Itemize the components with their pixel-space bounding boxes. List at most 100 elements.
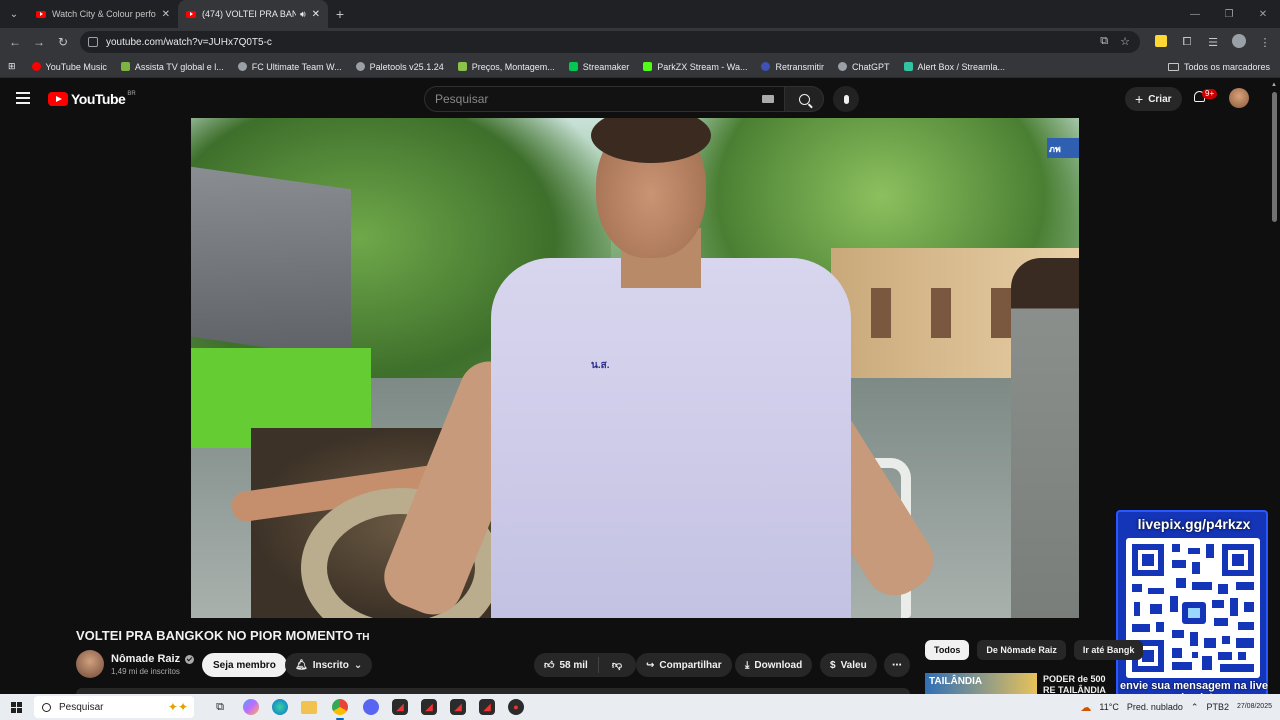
back-icon[interactable]: ←	[3, 35, 27, 49]
url-text: youtube.com/watch?v=JUHx7Q0T5-c	[106, 36, 272, 48]
notification-badge: 9+	[1202, 89, 1218, 99]
bookmark-item[interactable]: Assista TV global e l...	[120, 62, 224, 72]
chip-channel[interactable]: De Nômade Raiz	[977, 640, 1066, 660]
page-scrollbar[interactable]	[1272, 92, 1277, 222]
weather-desc[interactable]: Pred. nublado	[1127, 702, 1183, 712]
voice-search-button[interactable]	[833, 86, 859, 112]
browser-tab-active[interactable]: (474) VOLTEI PRA BANGKOK 🔊︎ ✕	[178, 0, 328, 28]
region-code: BR	[127, 91, 136, 97]
close-tab-icon[interactable]: ✕	[312, 9, 320, 20]
dollar-heart-icon: $	[830, 659, 836, 671]
join-button[interactable]: Seja membro	[202, 653, 287, 677]
language-indicator[interactable]: PTB2	[1206, 702, 1229, 712]
task-view-icon[interactable]: ⧉	[210, 697, 230, 717]
bookmark-favicon-icon	[31, 62, 41, 71]
capcut-icon[interactable]: ◢	[479, 699, 495, 715]
search-button[interactable]	[784, 86, 824, 112]
subscribed-button[interactable]: 🔔︎ Inscrito ⌄	[285, 653, 373, 677]
livepix-overlay: livepix.gg/p4rkzx envie sua mensagem na …	[1116, 510, 1268, 708]
window-controls: — ❐ ✕	[1178, 0, 1280, 28]
search-input[interactable]: Pesquisar	[424, 86, 784, 112]
verified-check-icon	[185, 654, 195, 664]
channel-avatar[interactable]	[76, 650, 104, 678]
apps-grid-icon[interactable]: ⊞	[8, 61, 16, 72]
chip-all[interactable]: Todos	[925, 640, 970, 660]
download-button[interactable]: ⤓ Download	[735, 653, 813, 677]
video-sign: ภพ	[1047, 138, 1079, 158]
bookmark-item[interactable]: FC Ultimate Team W...	[237, 62, 342, 72]
discord-icon[interactable]	[363, 699, 379, 715]
close-window-icon[interactable]: ✕	[1246, 0, 1280, 28]
browser-menu-icon[interactable]: ⋮	[1258, 36, 1272, 49]
bookmark-item[interactable]: ParkZX Stream - Wa...	[643, 62, 747, 72]
bookmark-item[interactable]: Streamaker	[568, 62, 629, 72]
like-dislike-group: 👍︎ 58 mil 👎︎	[534, 653, 636, 677]
start-button[interactable]	[0, 701, 32, 713]
weather-icon[interactable]: ☁	[1080, 701, 1091, 714]
thumbs-up-icon: 👍︎	[544, 660, 555, 671]
channel-name[interactable]: Nômade Raiz	[111, 653, 195, 665]
chip-topic[interactable]: Ir até Bangk	[1073, 640, 1144, 660]
menu-hamburger-icon[interactable]	[16, 92, 30, 104]
all-bookmarks-button[interactable]: Todos os marcadores	[1167, 62, 1270, 72]
logo-wordmark: YouTube	[71, 91, 126, 107]
edge-icon[interactable]	[272, 699, 288, 715]
close-tab-icon[interactable]: ✕	[162, 9, 170, 20]
capcut-icon[interactable]: ◢	[421, 699, 437, 715]
address-bar[interactable]: youtube.com/watch?v=JUHx7Q0T5-c ⧉ ☆	[80, 31, 1140, 53]
speaker-icon[interactable]: 🔊︎	[300, 9, 306, 20]
bookmark-favicon-icon	[120, 62, 130, 71]
capcut-icon[interactable]: ◢	[392, 699, 408, 715]
bookmark-item[interactable]: Alert Box / Streamla...	[903, 62, 1005, 72]
clock[interactable]: 27/08/2025	[1237, 703, 1272, 711]
youtube-logo[interactable]: YouTube BR	[48, 91, 136, 107]
youtube-play-icon	[48, 92, 68, 106]
bookmark-item[interactable]: YouTube Music	[31, 62, 107, 72]
recommendation-title[interactable]: PODER de 500 RE TAILÂNDIA (Não	[1043, 674, 1117, 694]
restore-icon[interactable]: ❐	[1212, 0, 1246, 28]
scroll-up-arrow-icon[interactable]: ▲	[1271, 82, 1277, 88]
video-player[interactable]: ภพ น.ส.	[191, 118, 1079, 618]
bookmark-star-icon[interactable]: ☆	[1120, 35, 1130, 48]
chevron-down-icon: ⌄	[9, 8, 19, 20]
keyboard-icon[interactable]	[762, 95, 774, 103]
bookmark-item[interactable]: ChatGPT	[838, 62, 890, 72]
qr-code	[1126, 538, 1260, 678]
file-explorer-icon[interactable]	[301, 700, 317, 714]
create-button[interactable]: + Criar	[1125, 87, 1182, 111]
extensions-puzzle-icon[interactable]: ⧠	[1180, 36, 1194, 49]
tray-overflow-icon[interactable]: ⌃	[1191, 702, 1199, 713]
extension-icon[interactable]	[1154, 35, 1168, 50]
minimize-icon[interactable]: —	[1178, 0, 1212, 28]
weather-temp[interactable]: 11°C	[1099, 702, 1118, 712]
capcut-icon[interactable]: ◢	[450, 699, 466, 715]
app-icon[interactable]: ●	[508, 699, 524, 715]
bookmark-item[interactable]: Retransmitir	[761, 62, 824, 72]
dislike-button[interactable]: 👎︎	[604, 659, 630, 671]
share-arrow-icon: ↪	[646, 659, 655, 671]
copilot-icon[interactable]	[243, 699, 259, 715]
share-button[interactable]: ↪ Compartilhar	[636, 653, 732, 677]
windows-logo-icon	[10, 701, 22, 713]
search-highlight-icon: ✦✦	[167, 700, 188, 714]
site-info-icon[interactable]	[88, 37, 98, 47]
livepix-url: livepix.gg/p4rkzx	[1137, 516, 1251, 532]
browser-tab[interactable]: Watch City & Colour perform o ✕	[28, 0, 178, 28]
reload-icon[interactable]: ↻	[51, 35, 75, 49]
recommendation-thumbnail[interactable]: TAILÂNDIA	[925, 673, 1037, 695]
chrome-icon[interactable]	[330, 697, 350, 720]
install-app-icon[interactable]: ⧉	[1100, 35, 1108, 48]
new-tab-button[interactable]: +	[328, 6, 352, 22]
reading-list-icon[interactable]: ☰	[1206, 36, 1220, 49]
bookmark-item[interactable]: Paletools v25.1.24	[355, 62, 444, 72]
more-actions-button[interactable]: ⋯	[884, 653, 910, 677]
forward-icon[interactable]: →	[27, 35, 51, 49]
account-avatar[interactable]	[1229, 88, 1249, 108]
tab-search-button[interactable]: ⌄	[0, 0, 28, 28]
thanks-button[interactable]: $ Valeu	[820, 653, 877, 677]
like-button[interactable]: 👍︎ 58 mil	[534, 657, 599, 673]
bookmark-item[interactable]: Preços, Montagem...	[457, 62, 555, 72]
windows-taskbar: Pesquisar ✦✦ ⧉ ◢ ◢ ◢ ◢ ● ☁ 11°C Pred. nu…	[0, 694, 1280, 720]
taskbar-search[interactable]: Pesquisar ✦✦	[34, 696, 194, 718]
profile-avatar[interactable]	[1232, 34, 1246, 51]
